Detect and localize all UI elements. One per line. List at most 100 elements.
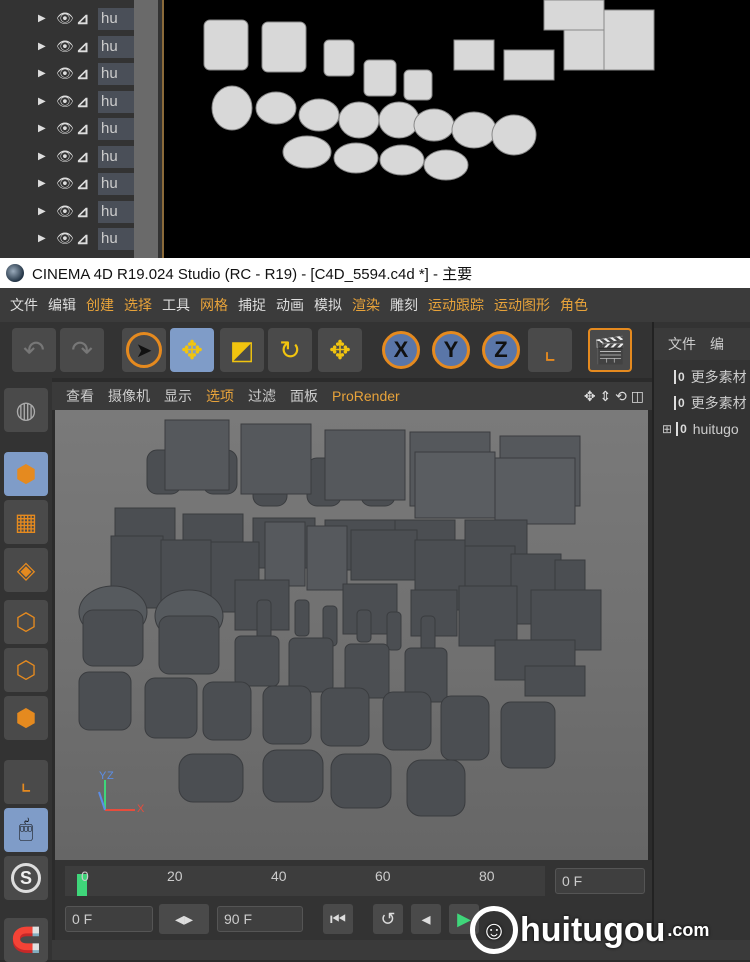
globe-grid-icon: ◍ bbox=[15, 396, 37, 424]
menu-edit[interactable]: 编辑 bbox=[48, 295, 76, 315]
start-frame-field[interactable]: 0 F bbox=[65, 906, 153, 932]
om-item[interactable]: 0 更多素材 bbox=[660, 392, 750, 414]
frame-step-button[interactable]: ◂▸ bbox=[159, 904, 209, 934]
undo-button[interactable]: ↶ bbox=[12, 328, 56, 372]
top-viewport-scene bbox=[203, 0, 655, 181]
model-mode-button[interactable]: ⬢ bbox=[4, 452, 48, 496]
visibility-eye-icon[interactable]: 👁 bbox=[56, 203, 74, 220]
axis-y-label: Y bbox=[99, 770, 107, 782]
previous-key-button[interactable]: ↺ bbox=[373, 904, 403, 934]
menu-tools[interactable]: 工具 bbox=[162, 295, 190, 315]
current-frame-field[interactable]: 0 F bbox=[555, 868, 645, 894]
visibility-eye-icon[interactable]: 👁 bbox=[56, 230, 74, 247]
expand-triangle-icon[interactable]: ▶ bbox=[38, 123, 48, 134]
visibility-eye-icon[interactable]: 👁 bbox=[56, 65, 74, 82]
visibility-eye-icon[interactable]: 👁 bbox=[56, 93, 74, 110]
live-selection-button[interactable]: ➤ bbox=[122, 328, 166, 372]
menu-file[interactable]: 文件 bbox=[10, 295, 38, 315]
visibility-eye-icon[interactable]: 👁 bbox=[56, 120, 74, 137]
previous-frame-button[interactable]: ◂ bbox=[411, 904, 441, 934]
move-tool-button[interactable]: ✥ bbox=[170, 328, 214, 372]
viewport-menu-display[interactable]: 显示 bbox=[164, 386, 192, 406]
expand-triangle-icon[interactable]: ▶ bbox=[38, 233, 48, 244]
step-back-icon: ◂ bbox=[421, 908, 431, 929]
viewport-menu-prorender[interactable]: ProRender bbox=[332, 388, 400, 404]
visibility-eye-icon[interactable]: 👁 bbox=[56, 10, 74, 27]
texture-mode-button[interactable]: ▦ bbox=[4, 500, 48, 544]
render-view-button[interactable]: 🎬 bbox=[588, 328, 632, 372]
menu-simulate[interactable]: 模拟 bbox=[314, 295, 342, 315]
end-frame-field[interactable]: 90 F bbox=[217, 906, 303, 932]
expand-triangle-icon[interactable]: ▶ bbox=[38, 13, 48, 24]
om-item-label: 更多素材 bbox=[690, 395, 747, 411]
bend-deformer-icon: ⊿ bbox=[76, 93, 90, 111]
om-item[interactable]: ⊞ 0 huitugo bbox=[660, 418, 750, 440]
expand-triangle-icon[interactable]: ▶ bbox=[38, 151, 48, 162]
expand-triangle-icon[interactable]: ▶ bbox=[38, 206, 48, 217]
expand-triangle-icon[interactable]: ▶ bbox=[38, 96, 48, 107]
huitugou-watermark: ☺ huitugou .com bbox=[470, 900, 748, 960]
main-toolbar: ↶ ↷ ➤ ✥ ◩ ↻ ✥ X Y Z ⌞ 🎬 bbox=[0, 322, 750, 378]
menu-mesh[interactable]: 网格 bbox=[200, 295, 228, 315]
window-titlebar: CINEMA 4D R19.024 Studio (RC - R19) - [C… bbox=[0, 258, 750, 288]
cube-edges-icon: ⬡ bbox=[15, 656, 37, 684]
viewport-menu-view[interactable]: 查看 bbox=[66, 386, 94, 406]
visibility-eye-icon[interactable]: 👁 bbox=[56, 175, 74, 192]
previous-key-icon: ↺ bbox=[380, 908, 396, 929]
layer-l0-icon: 0 bbox=[674, 370, 685, 384]
viewport-menu-filter[interactable]: 过滤 bbox=[248, 386, 276, 406]
cube-icon: ⬢ bbox=[15, 460, 37, 488]
cursor-arrow-icon: ➤ bbox=[126, 332, 162, 368]
rotate-tool-button[interactable]: ↻ bbox=[268, 328, 312, 372]
visibility-eye-icon[interactable]: 👁 bbox=[56, 148, 74, 165]
magnet-button[interactable]: 🧲 bbox=[4, 918, 48, 962]
recent-tool-button[interactable]: ✥ bbox=[318, 328, 362, 372]
om-item[interactable]: 0 更多素材 bbox=[660, 366, 750, 388]
axis-x-label: X bbox=[137, 803, 145, 815]
viewport-menu-cameras[interactable]: 摄像机 bbox=[108, 386, 150, 406]
snap-button[interactable]: S bbox=[4, 856, 48, 900]
watermark-logo-icon: ☺ bbox=[470, 906, 518, 954]
object-name: hu bbox=[98, 7, 138, 30]
x-axis-lock-button[interactable]: X bbox=[382, 331, 420, 369]
menu-create[interactable]: 创建 bbox=[86, 295, 114, 315]
workplane-mode-button[interactable]: ◍ bbox=[4, 388, 48, 432]
tick-label: 80 bbox=[479, 868, 495, 884]
menu-motion-tracking[interactable]: 运动跟踪 bbox=[428, 295, 484, 315]
menu-character[interactable]: 角色 bbox=[560, 295, 588, 315]
workplane-button[interactable]: ◈ bbox=[4, 548, 48, 592]
expand-triangle-icon[interactable]: ▶ bbox=[38, 68, 48, 79]
menu-select[interactable]: 选择 bbox=[124, 295, 152, 315]
go-to-start-button[interactable]: ⏮ bbox=[323, 904, 353, 934]
coordinate-system-button[interactable]: ⌞ bbox=[528, 328, 572, 372]
object-list-scrollbar[interactable] bbox=[134, 0, 158, 258]
z-axis-lock-button[interactable]: Z bbox=[482, 331, 520, 369]
cube-polygon-icon: ⬢ bbox=[15, 704, 37, 732]
timeline-ruler[interactable]: 0 20 40 60 80 bbox=[65, 866, 545, 896]
om-menu-file[interactable]: 文件 bbox=[668, 334, 696, 354]
edges-mode-button[interactable]: ⬡ bbox=[4, 648, 48, 692]
scale-tool-button[interactable]: ◩ bbox=[220, 328, 264, 372]
left-mode-toolbar: ◍ ⬢ ▦ ◈ ⬡ ⬡ ⬢ ⌞ 🖱 S 🧲 bbox=[0, 378, 52, 962]
menu-mograph[interactable]: 运动图形 bbox=[494, 295, 550, 315]
expand-triangle-icon[interactable]: ▶ bbox=[38, 41, 48, 52]
y-axis-lock-button[interactable]: Y bbox=[432, 331, 470, 369]
menu-sculpt[interactable]: 雕刻 bbox=[390, 295, 418, 315]
polygons-mode-button[interactable]: ⬢ bbox=[4, 696, 48, 740]
menu-render[interactable]: 渲染 bbox=[352, 295, 380, 315]
axis-mode-button[interactable]: ⌞ bbox=[4, 760, 48, 804]
watermark-suffix: .com bbox=[667, 919, 710, 940]
tweak-mode-button[interactable]: 🖱 bbox=[4, 808, 48, 852]
menu-animate[interactable]: 动画 bbox=[276, 295, 304, 315]
viewport-navigation-icons[interactable]: ✥ ⇕ ⟲ ◫ bbox=[584, 388, 644, 405]
expand-plus-icon[interactable]: ⊞ bbox=[662, 422, 672, 436]
perspective-viewport[interactable]: Y Z X bbox=[55, 410, 648, 860]
menu-snap[interactable]: 捕捉 bbox=[238, 295, 266, 315]
om-menu-edit[interactable]: 编 bbox=[710, 334, 724, 354]
viewport-menu-options[interactable]: 选项 bbox=[206, 386, 234, 406]
visibility-eye-icon[interactable]: 👁 bbox=[56, 38, 74, 55]
points-mode-button[interactable]: ⬡ bbox=[4, 600, 48, 644]
redo-button[interactable]: ↷ bbox=[60, 328, 104, 372]
viewport-menu-panel[interactable]: 面板 bbox=[290, 386, 318, 406]
expand-triangle-icon[interactable]: ▶ bbox=[38, 178, 48, 189]
